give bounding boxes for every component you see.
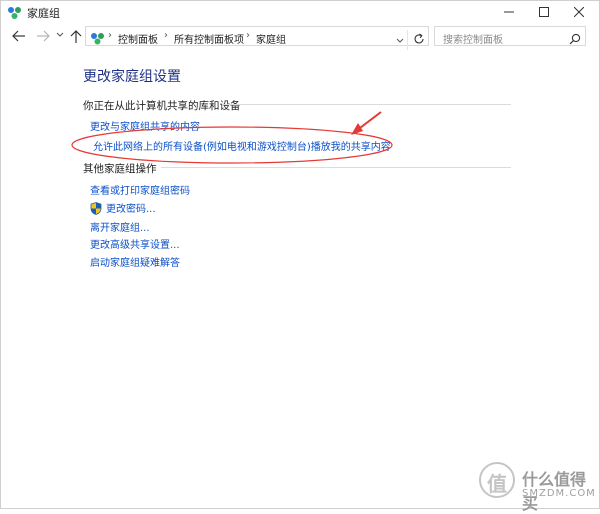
section-divider (223, 104, 511, 105)
section-divider (161, 167, 511, 168)
breadcrumb-separator-icon: › (164, 30, 168, 41)
breadcrumb-all-items[interactable]: 所有控制面板项 (174, 31, 244, 46)
watermark-domain: SMZDM.COM (522, 488, 596, 499)
annotation-arrow-icon (355, 111, 382, 132)
watermark-logo: 值 (479, 462, 515, 498)
address-bar[interactable]: › 控制面板 › 所有控制面板项 › 家庭组 (85, 26, 429, 50)
search-icon[interactable] (569, 30, 581, 49)
close-icon (574, 7, 584, 17)
close-button[interactable] (562, 1, 596, 23)
sharing-section-header: 你正在从此计算机共享的库和设备 (83, 100, 241, 112)
arrow-left-icon (12, 30, 25, 42)
change-shared-content-link[interactable]: 更改与家庭组共享的内容 (90, 118, 200, 133)
arrowhead-icon (351, 123, 363, 135)
advanced-sharing-settings-link[interactable]: 更改高级共享设置... (90, 236, 180, 251)
arrow-right-icon (37, 30, 50, 42)
address-history-button[interactable] (396, 31, 404, 50)
allow-all-devices-stream-link[interactable]: 允许此网络上的所有设备(例如电视和游戏控制台)播放我的共享内容 (93, 138, 391, 153)
window-title: 家庭组 (27, 7, 60, 20)
minimize-button[interactable] (492, 1, 526, 23)
homegroup-window: 家庭组 › 控制面板 › 所有控制面板项 › 家庭组 搜索控制面板 更改家庭组设… (0, 0, 600, 513)
uac-shield-icon (90, 200, 102, 219)
navigation-bar: › 控制面板 › 所有控制面板项 › 家庭组 搜索控制面板 (1, 23, 599, 51)
maximize-icon (539, 7, 549, 17)
arrow-up-icon (70, 30, 82, 43)
search-input[interactable]: 搜索控制面板 (434, 26, 586, 46)
search-placeholder: 搜索控制面板 (443, 35, 503, 46)
main-content: 更改家庭组设置 你正在从此计算机共享的库和设备 更改与家庭组共享的内容 允许此网… (1, 51, 599, 507)
title-bar: 家庭组 (1, 1, 599, 23)
breadcrumb-homegroup[interactable]: 家庭组 (256, 31, 286, 46)
refresh-button[interactable] (407, 30, 430, 50)
maximize-button[interactable] (527, 1, 561, 23)
breadcrumb-separator-icon: › (108, 30, 112, 41)
page-title: 更改家庭组设置 (83, 69, 181, 85)
change-password-link[interactable]: 更改密码... (106, 200, 156, 215)
forward-button[interactable] (35, 28, 51, 44)
breadcrumb-separator-icon: › (246, 30, 250, 41)
watermark-glyph: 值 (487, 472, 507, 496)
breadcrumb-control-panel[interactable]: 控制面板 (118, 31, 158, 46)
chevron-down-icon (396, 38, 404, 43)
homegroup-troubleshooter-link[interactable]: 启动家庭组疑难解答 (90, 254, 180, 269)
chevron-down-icon (56, 32, 64, 37)
homegroup-icon (7, 5, 23, 19)
view-print-password-link[interactable]: 查看或打印家庭组密码 (90, 182, 190, 197)
up-button[interactable] (69, 28, 85, 44)
other-actions-section-header: 其他家庭组操作 (83, 163, 157, 175)
leave-homegroup-link[interactable]: 离开家庭组... (90, 219, 150, 234)
control-panel-icon (90, 30, 106, 49)
refresh-icon (414, 33, 424, 44)
minimize-icon (504, 11, 514, 13)
back-button[interactable] (11, 28, 27, 44)
